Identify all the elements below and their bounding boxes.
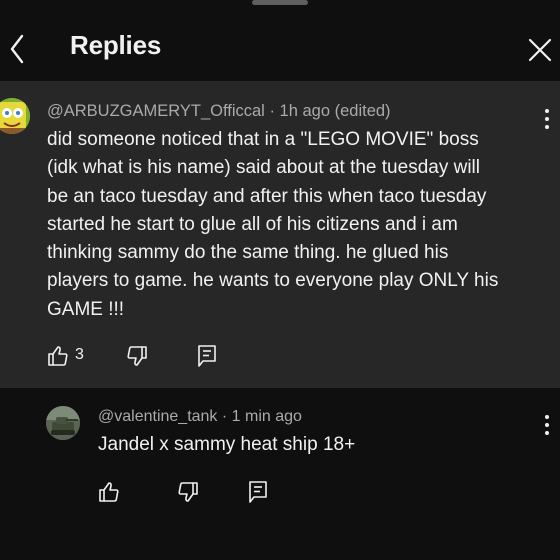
close-button[interactable] — [526, 36, 554, 64]
reply-meta: @valentine_tank · 1 min ago — [98, 408, 302, 426]
comment-timestamp: 1h ago (edited) — [279, 102, 391, 120]
comment-reply-icon — [249, 481, 267, 503]
comment-line: players to game. he wants to everyone pl… — [47, 270, 499, 292]
close-icon — [528, 38, 552, 62]
comment-line: started he start to glue all of his citi… — [47, 213, 458, 235]
avatar[interactable] — [46, 406, 80, 440]
reply-more-button[interactable] — [537, 412, 557, 438]
reply-button[interactable] — [246, 479, 270, 510]
comment-author[interactable]: @ARBUZGAMERYT_Officcal — [47, 102, 265, 120]
reply-timestamp: 1 min ago — [231, 408, 302, 425]
comment-line: did someone noticed that in a "LEGO MOVI… — [47, 129, 479, 150]
dislike-button[interactable] — [125, 344, 149, 373]
dislike-button[interactable] — [176, 480, 200, 509]
comment-reply-icon — [198, 345, 216, 367]
chevron-left-icon — [10, 34, 24, 64]
comment-line: thinking sammy do the same thing. he glu… — [47, 242, 449, 264]
thumbs-down-icon — [178, 482, 198, 502]
comment-line: be an taco tuesday and after this when t… — [47, 185, 487, 207]
like-button[interactable] — [97, 480, 121, 509]
comment-meta: @ARBUZGAMERYT_Officcal · 1h ago (edited) — [47, 102, 391, 121]
thumbs-up-icon — [99, 482, 119, 502]
page-title: Replies — [70, 30, 162, 60]
header: Replies — [0, 12, 560, 82]
drag-handle[interactable] — [252, 0, 308, 5]
avatar[interactable] — [0, 98, 30, 134]
reply-comment: @valentine_tank · 1 min ago Jandel x sam… — [0, 388, 560, 560]
meta-separator: · — [221, 408, 228, 425]
reply-body: Jandel x sammy heat ship 18+ — [98, 434, 356, 455]
like-button[interactable] — [46, 344, 70, 373]
reply-button[interactable] — [195, 343, 219, 374]
comment-line: GAME !!! — [47, 298, 125, 320]
back-button[interactable] — [4, 32, 32, 66]
reply-author[interactable]: @valentine_tank — [98, 408, 217, 425]
tank-avatar-image — [46, 406, 80, 440]
comment-body: did someone noticed that in a "LEGO MOVI… — [47, 126, 542, 324]
thumbs-up-icon — [48, 346, 68, 366]
parent-comment: @ARBUZGAMERYT_Officcal · 1h ago (edited)… — [0, 82, 560, 388]
like-count: 3 — [75, 346, 84, 363]
meta-separator: · — [269, 102, 275, 120]
comment-line: (idk what is his name) said about at the… — [47, 157, 480, 179]
thumbs-down-icon — [127, 346, 147, 366]
sponge-avatar-image — [0, 98, 30, 134]
